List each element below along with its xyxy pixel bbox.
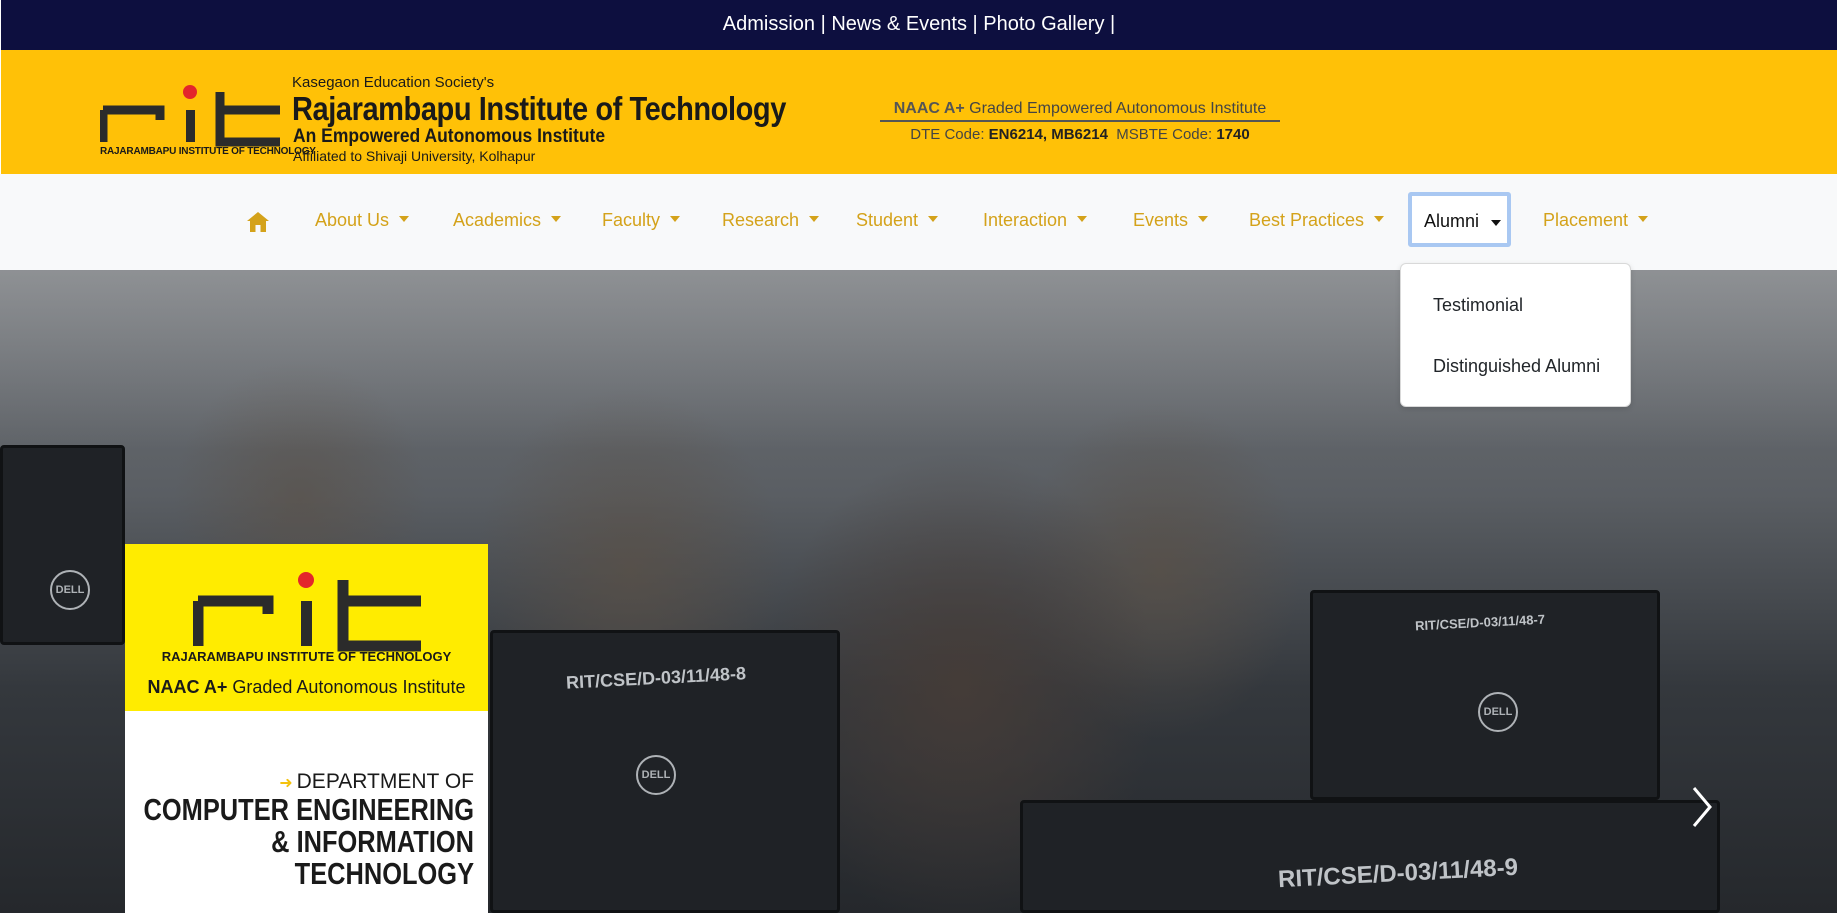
logo-caption: RAJARAMBAPU INSTITUTE OF TECHNOLOGY — [100, 146, 316, 157]
top-links: Admission | News & Events | Photo Galler… — [1, 13, 1837, 36]
nav-best-practices[interactable]: Best Practices — [1249, 210, 1385, 231]
separator: | — [1104, 13, 1116, 35]
monitor-brand: DELL — [636, 755, 676, 795]
caret-down-icon — [1491, 220, 1501, 226]
separator: | — [815, 13, 832, 35]
main-nav: About Us Academics Faculty Research Stud… — [0, 174, 1837, 270]
caret-down-icon — [551, 216, 562, 223]
caret-down-icon — [809, 216, 820, 223]
divider — [880, 120, 1280, 122]
alumni-dropdown-menu: Testimonial Distinguished Alumni — [1400, 263, 1631, 407]
monitor-brand: DELL — [1478, 692, 1518, 732]
computer-monitor — [1020, 800, 1720, 913]
caret-down-icon — [1374, 216, 1385, 223]
nav-faculty[interactable]: Faculty — [602, 210, 681, 231]
nav-research[interactable]: Research — [722, 210, 820, 231]
nav-interaction[interactable]: Interaction — [983, 210, 1088, 231]
naac-text: Graded Empowered Autonomous Institute — [969, 100, 1267, 117]
department-of-label: ➜ DEPARTMENT OF — [279, 770, 474, 793]
caret-down-icon — [1077, 216, 1088, 223]
top-bar: Admission | News & Events | Photo Galler… — [0, 0, 1837, 50]
caret-down-icon — [1638, 216, 1649, 223]
arrow-icon: ➜ — [279, 775, 293, 792]
computer-monitor — [0, 445, 125, 645]
home-icon[interactable] — [246, 211, 270, 233]
naac-grade: NAAC A+ — [893, 100, 965, 117]
dropdown-item-testimonial[interactable]: Testimonial — [1401, 283, 1630, 327]
naac-accreditation: NAAC A+ Graded Empowered Autonomous Inst… — [880, 100, 1280, 118]
dte-label: DTE Code: — [910, 126, 985, 143]
nav-events[interactable]: Events — [1133, 210, 1209, 231]
dropdown-item-distinguished-alumni[interactable]: Distinguished Alumni — [1401, 344, 1630, 388]
institute-codes: DTE Code: EN6214, MB6214 MSBTE Code: 174… — [880, 126, 1280, 143]
rit-logo — [193, 572, 421, 652]
monitor-brand: DELL — [50, 570, 90, 610]
nav-academics[interactable]: Academics — [453, 210, 562, 231]
affiliation: Affiliated to Shivaji University, Kolhap… — [293, 148, 536, 164]
society-name: Kasegaon Education Society's — [292, 74, 495, 91]
separator: | — [966, 13, 984, 35]
nav-student[interactable]: Student — [856, 210, 939, 231]
msbte-code: 1740 — [1216, 126, 1250, 143]
caret-down-icon — [670, 216, 681, 223]
photo-gallery-link[interactable]: Photo Gallery — [983, 13, 1104, 35]
chevron-right-icon[interactable] — [1686, 782, 1716, 832]
department-name: COMPUTER ENGINEERING & INFORMATION TECHN… — [143, 792, 474, 891]
banner-naac-text: NAAC A+ Graded Autonomous Institute — [147, 677, 466, 697]
banner-logo-caption: RAJARAMBAPU INSTITUTE OF TECHNOLOGY — [161, 649, 452, 664]
nav-alumni[interactable]: Alumni — [1408, 192, 1511, 247]
institute-name: Rajarambapu Institute of Technology — [292, 90, 786, 127]
nav-placement[interactable]: Placement — [1543, 210, 1649, 231]
admission-link[interactable]: Admission — [723, 13, 815, 35]
nav-alumni-label: Alumni — [1424, 211, 1480, 231]
msbte-label: MSBTE Code: — [1116, 126, 1213, 143]
banner-logo-panel: RAJARAMBAPU INSTITUTE OF TECHNOLOGY NAAC… — [125, 544, 488, 711]
department-banner: RAJARAMBAPU INSTITUTE OF TECHNOLOGY NAAC… — [125, 544, 488, 913]
caret-down-icon — [399, 216, 410, 223]
institute-tagline: An Empowered Autonomous Institute — [293, 126, 606, 147]
dte-codes: EN6214, MB6214 — [988, 126, 1108, 143]
nav-about-us[interactable]: About Us — [315, 210, 410, 231]
news-events-link[interactable]: News & Events — [831, 13, 967, 35]
caret-down-icon — [1198, 216, 1209, 223]
caret-down-icon — [928, 216, 939, 223]
